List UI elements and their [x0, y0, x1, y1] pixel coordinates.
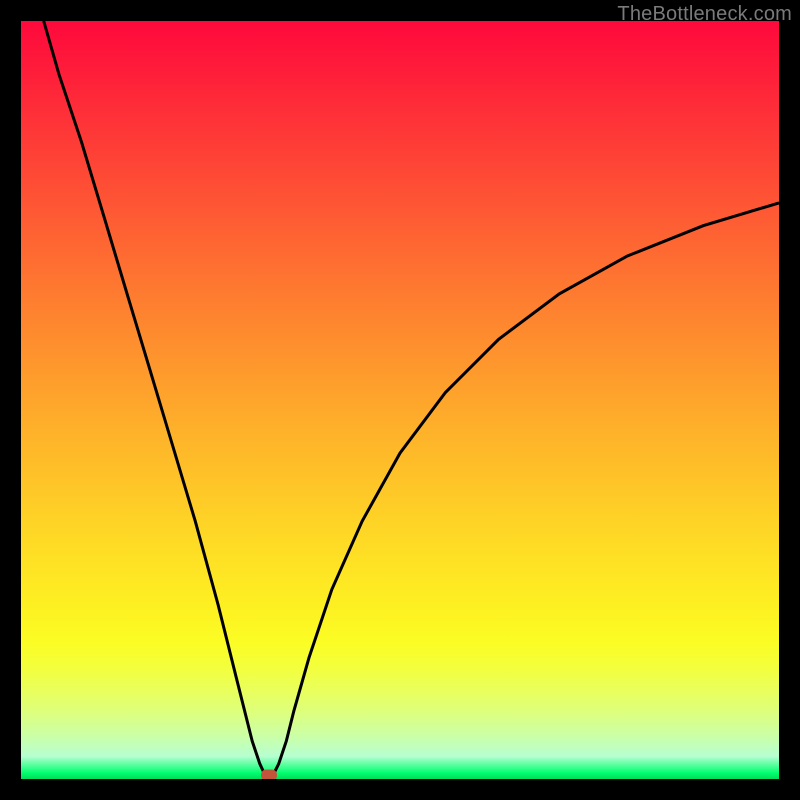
watermark-text: TheBottleneck.com: [617, 3, 792, 26]
plot-area: [21, 21, 779, 779]
chart-container: TheBottleneck.com: [0, 0, 800, 800]
optimal-marker: [261, 770, 277, 779]
bottleneck-curve: [44, 21, 779, 775]
curve-svg: [21, 21, 779, 779]
